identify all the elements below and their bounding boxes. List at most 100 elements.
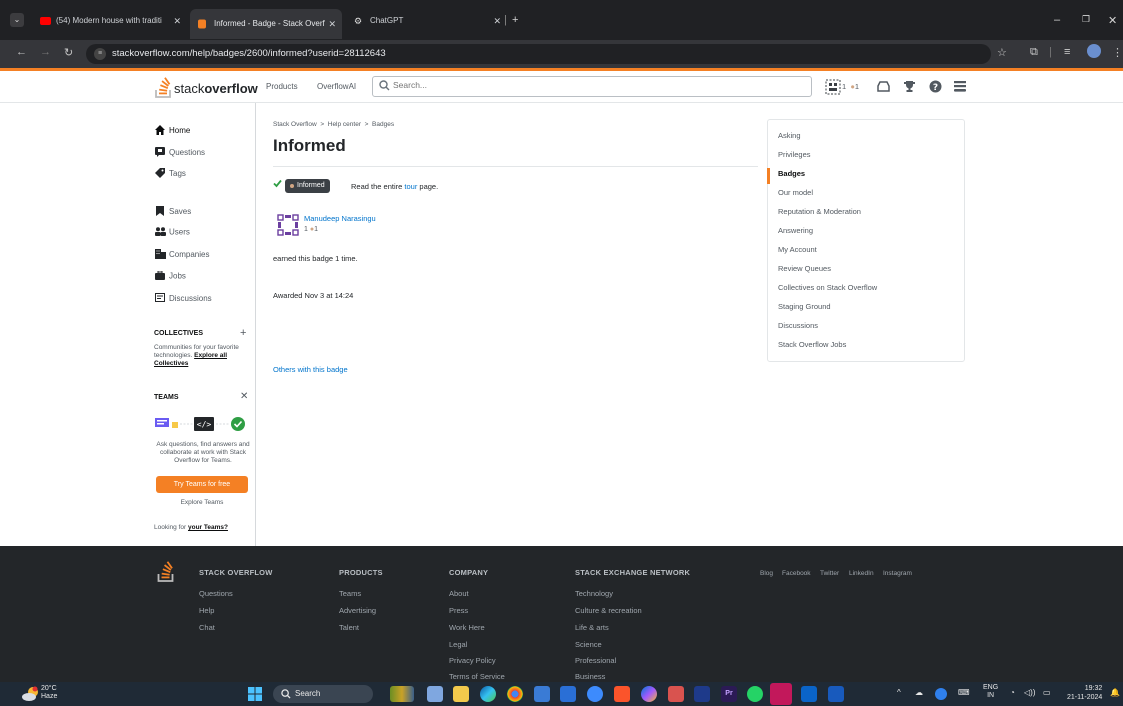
help-item-badges[interactable]: Badges [778, 169, 805, 178]
taskbar-edge-icon[interactable] [480, 686, 496, 702]
sidebar-item-saves[interactable]: Saves [154, 206, 191, 218]
footer-link-help[interactable]: Help [199, 606, 214, 615]
help-item-asking[interactable]: Asking [778, 131, 801, 140]
stackoverflow-logo[interactable]: stackoverflow [155, 76, 258, 98]
products-link[interactable]: Products [266, 82, 298, 91]
taskbar-clock[interactable]: 19:32 21-11-2024 [1067, 684, 1102, 702]
footer-link-advertising[interactable]: Advertising [339, 606, 376, 615]
footer-link-privacy[interactable]: Privacy Policy [449, 656, 496, 665]
help-item-jobs[interactable]: Stack Overflow Jobs [778, 340, 846, 349]
tray-language[interactable]: ENG IN [983, 684, 998, 700]
achievements-trophy-icon[interactable] [903, 80, 916, 93]
search-box[interactable] [372, 76, 812, 97]
tray-volume-icon[interactable]: ◁)) [1024, 688, 1035, 697]
help-item-staging-ground[interactable]: Staging Ground [778, 302, 831, 311]
footer-social-instagram[interactable]: Instagram [883, 570, 912, 577]
weather-widget[interactable]: 20°C Haze [41, 685, 57, 701]
help-item-our-model[interactable]: Our model [778, 188, 813, 197]
sidebar-item-users[interactable]: Users [154, 227, 190, 238]
footer-link-technology[interactable]: Technology [575, 589, 613, 598]
site-switcher-icon[interactable] [954, 81, 966, 92]
minimize-icon[interactable]: – [1054, 14, 1060, 26]
help-icon[interactable]: ? [929, 80, 942, 93]
profile-avatar[interactable] [1087, 44, 1101, 58]
breadcrumb-help-center[interactable]: Help center [328, 121, 361, 128]
footer-link-press[interactable]: Press [449, 606, 468, 615]
others-with-badge-link[interactable]: Others with this badge [273, 365, 348, 374]
forward-icon[interactable]: → [40, 46, 51, 58]
tray-onedrive-icon[interactable]: ☁ [915, 688, 923, 697]
taskbar-store-icon[interactable] [534, 686, 550, 702]
taskbar-linkedin-icon[interactable] [560, 686, 576, 702]
close-window-icon[interactable]: ✕ [1108, 14, 1117, 27]
badge-pill[interactable]: Informed [285, 179, 330, 193]
taskbar-app2-icon[interactable] [694, 686, 710, 702]
footer-link-science[interactable]: Science [575, 640, 602, 649]
footer-link-business[interactable]: Business [575, 672, 605, 681]
sidebar-item-companies[interactable]: Companies [154, 249, 209, 261]
tray-wifi-icon[interactable]: ◔ [1010, 688, 1015, 697]
tab-stackoverflow[interactable]: Informed - Badge - Stack Overf ✕ [190, 9, 342, 39]
taskbar-search[interactable]: Search [273, 685, 373, 703]
taskbar-widgets-icon[interactable] [390, 686, 414, 702]
browser-menu-icon[interactable]: ⋮ [1112, 46, 1123, 59]
restore-icon[interactable]: ❐ [1082, 14, 1090, 25]
footer-stack-logo-icon[interactable] [157, 560, 175, 582]
close-tab-icon[interactable]: ✕ [173, 10, 181, 32]
footer-social-linkedin[interactable]: LinkedIn [849, 570, 874, 577]
taskbar-whatsapp-icon[interactable] [747, 686, 763, 702]
site-info-icon[interactable]: ≡ [94, 48, 106, 60]
tab-search-chevron-icon[interactable]: ⌄ [10, 13, 24, 27]
taskbar-chat-icon[interactable] [587, 686, 603, 702]
taskbar-active-app-icon[interactable] [770, 683, 792, 705]
footer-link-chat[interactable]: Chat [199, 623, 215, 632]
your-teams-link[interactable]: your Teams? [188, 524, 228, 531]
footer-social-facebook[interactable]: Facebook [782, 570, 811, 577]
footer-social-twitter[interactable]: Twitter [820, 570, 839, 577]
tab-chatgpt[interactable]: ⚙ ChatGPT ✕ [346, 10, 501, 32]
footer-link-culture[interactable]: Culture & recreation [575, 606, 642, 615]
sidebar-item-home[interactable]: Home [154, 125, 190, 137]
footer-link-terms[interactable]: Terms of Service [449, 672, 505, 681]
taskbar-premiere-icon[interactable]: Pr [721, 686, 737, 702]
sidebar-item-questions[interactable]: Questions [154, 147, 205, 159]
explore-teams-link[interactable]: Explore Teams [156, 499, 248, 506]
search-input[interactable] [393, 80, 693, 90]
tour-link[interactable]: tour [404, 182, 417, 191]
new-tab-icon[interactable]: + [512, 14, 518, 26]
user-identicon-avatar[interactable] [277, 214, 299, 236]
help-item-privileges[interactable]: Privileges [778, 150, 811, 159]
footer-link-teams[interactable]: Teams [339, 589, 361, 598]
help-item-collectives[interactable]: Collectives on Stack Overflow [778, 283, 877, 292]
footer-link-talent[interactable]: Talent [339, 623, 359, 632]
overflowai-link[interactable]: OverflowAI [317, 82, 356, 91]
notification-bell-icon[interactable]: 🔔 [1110, 688, 1120, 697]
header-rep[interactable]: 1 ●1 [842, 82, 859, 91]
taskbar-chrome-icon[interactable] [507, 686, 523, 702]
weather-icon[interactable] [22, 686, 39, 702]
bookmark-star-icon[interactable]: ☆ [997, 46, 1007, 59]
breadcrumb-badges[interactable]: Badges [372, 121, 394, 128]
help-item-answering[interactable]: Answering [778, 226, 813, 235]
footer-link-about[interactable]: About [449, 589, 469, 598]
sidebar-item-jobs[interactable]: Jobs [154, 270, 186, 282]
add-collective-plus-icon[interactable]: + [240, 327, 246, 339]
help-item-my-account[interactable]: My Account [778, 245, 817, 254]
taskbar-outlook-icon[interactable] [801, 686, 817, 702]
breadcrumb-stackoverflow[interactable]: Stack Overflow [273, 121, 317, 128]
tray-battery-icon[interactable]: ▭ [1043, 688, 1051, 697]
taskbar-brave-icon[interactable] [614, 686, 630, 702]
user-name-link[interactable]: Manudeep Narasingu [304, 214, 376, 223]
help-item-review-queues[interactable]: Review Queues [778, 264, 831, 273]
back-icon[interactable]: ← [16, 46, 27, 58]
taskbar-task-view-icon[interactable] [427, 686, 443, 702]
tray-keyboard-icon[interactable]: ⌨ [958, 688, 970, 697]
close-tab-icon[interactable]: ✕ [328, 9, 336, 39]
footer-link-professional[interactable]: Professional [575, 656, 616, 665]
taskbar-file-explorer-icon[interactable] [453, 686, 469, 702]
windows-start-icon[interactable] [248, 687, 262, 701]
footer-link-work-here[interactable]: Work Here [449, 623, 485, 632]
help-item-reputation[interactable]: Reputation & Moderation [778, 207, 861, 216]
url-field[interactable]: ≡ stackoverflow.com/help/badges/2600/inf… [86, 44, 991, 64]
taskbar-copilot-icon[interactable] [641, 686, 657, 702]
